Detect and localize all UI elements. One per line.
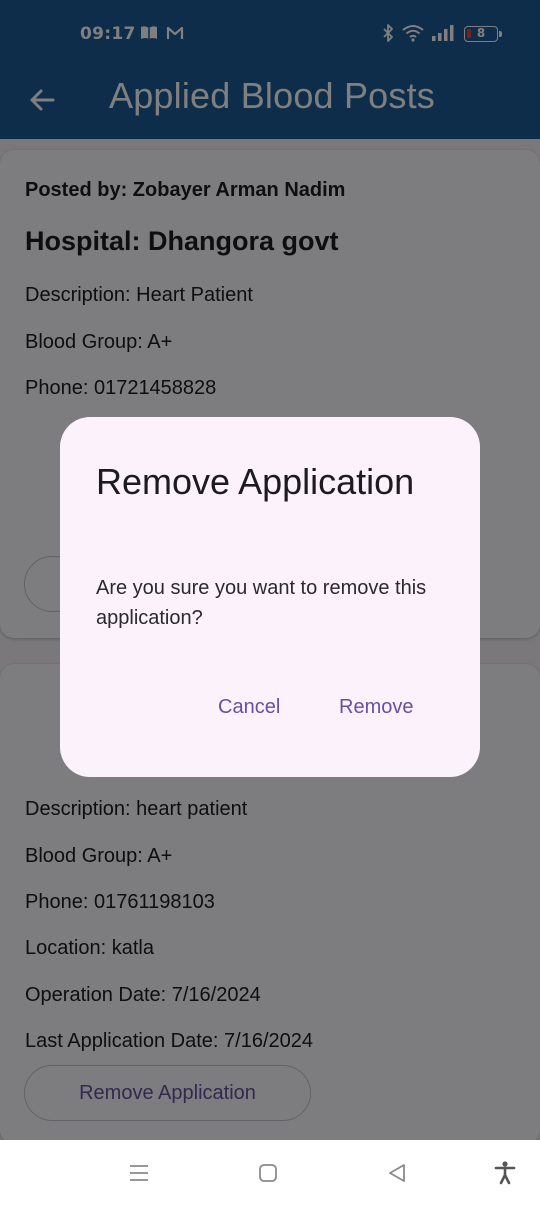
cancel-button[interactable]: Cancel (206, 687, 292, 727)
dialog-message: Are you sure you want to remove this app… (96, 577, 427, 629)
menu-button[interactable] (124, 1160, 154, 1186)
dialog-title: Remove Application (96, 461, 415, 502)
app-screen: 09:17 8 Applie (0, 0, 540, 1140)
menu-icon (130, 1165, 148, 1181)
remove-application-dialog: Remove Application Are you sure you want… (60, 417, 480, 777)
navigation-bar (0, 1140, 540, 1206)
accessibility-button[interactable] (490, 1160, 520, 1186)
back-icon (389, 1164, 405, 1182)
accessibility-icon (494, 1161, 516, 1185)
remove-button[interactable]: Remove (327, 687, 425, 727)
home-button[interactable] (253, 1160, 283, 1186)
nav-back-button[interactable] (382, 1160, 412, 1186)
home-icon (259, 1164, 277, 1182)
